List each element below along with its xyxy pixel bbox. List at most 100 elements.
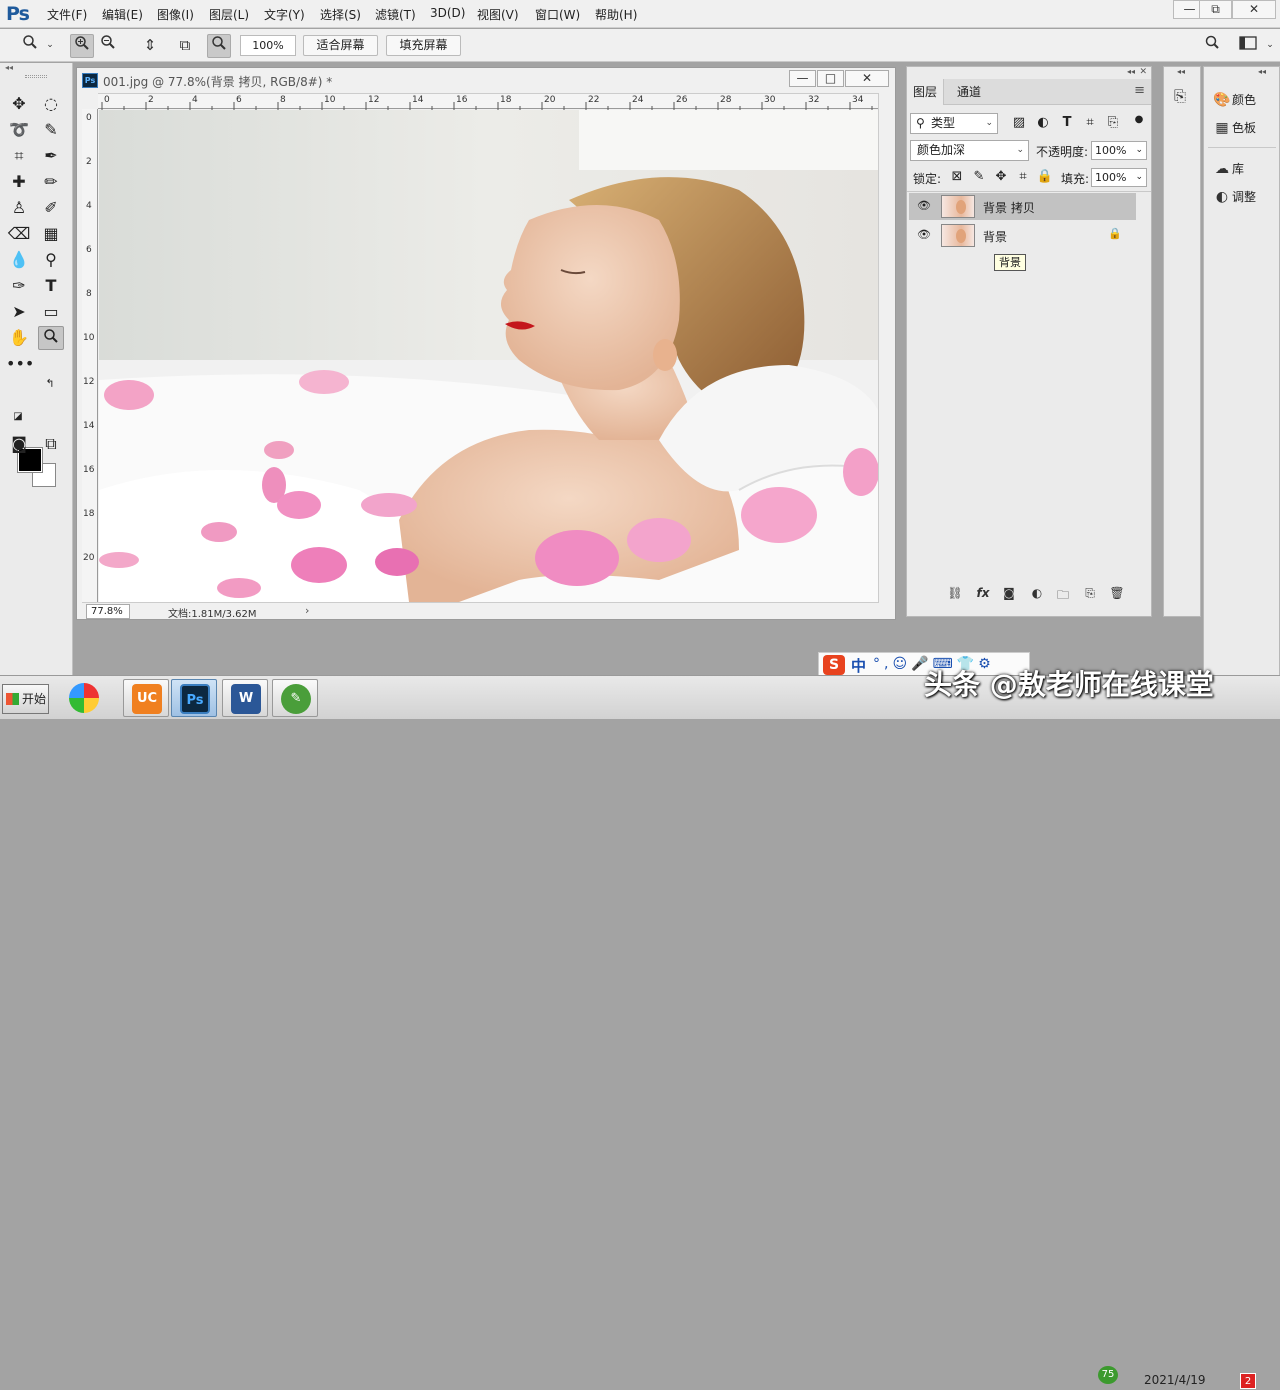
document-title-bar[interactable]: Ps 001.jpg @ 77.8%(背景 拷贝, RGB/8#) * — □ … (77, 68, 895, 92)
properties-icon[interactable]: ⎘ (1174, 87, 1186, 105)
clone-stamp-tool-icon[interactable]: ♙ (6, 196, 32, 220)
lasso-tool-icon[interactable]: ➰ (6, 118, 32, 142)
fit-screen-button[interactable]: 适合屏幕 (303, 35, 378, 56)
move-tool-icon[interactable]: ✥ (6, 92, 32, 116)
menu-type[interactable]: 文字(Y) (264, 6, 305, 23)
zoom-percent-field[interactable]: 100% (240, 35, 296, 56)
delete-layer-icon[interactable]: 🗑 (1107, 586, 1127, 604)
vertical-ruler[interactable]: 0 2 4 6 8 10 12 14 16 18 20 (82, 109, 98, 603)
menu-help[interactable]: 帮助(H) (595, 6, 637, 23)
brush-tool-icon[interactable]: ✏ (38, 170, 64, 194)
new-group-icon[interactable]: 🗀 (1053, 586, 1073, 604)
zoom-tool-icon[interactable] (38, 326, 64, 350)
collapse-icon[interactable]: ◂◂ (1127, 67, 1135, 76)
zoom-in-icon[interactable] (70, 34, 94, 58)
doc-restore-button[interactable]: □ (817, 70, 844, 87)
panel-swatches[interactable]: ▦ 色板 (1212, 119, 1256, 136)
history-brush-tool-icon[interactable]: ✐ (38, 196, 64, 220)
clock-date[interactable]: 2021/4/19 (1144, 1373, 1206, 1387)
lock-all-icon[interactable]: 🔒 (1036, 168, 1054, 186)
panel-color[interactable]: 🎨颜色 (1212, 91, 1256, 108)
sogou-logo[interactable]: S (823, 655, 845, 675)
shape-filter-icon[interactable]: ⌗ (1081, 114, 1099, 132)
status-menu-arrow[interactable]: › (305, 604, 309, 617)
menu-view[interactable]: 视图(V) (477, 6, 519, 23)
blur-tool-icon[interactable]: 💧 (6, 248, 32, 272)
status-zoom-field[interactable]: 77.8% (86, 604, 130, 619)
menu-3d[interactable]: 3D(D) (430, 6, 465, 20)
adjustment-layer-icon[interactable]: ◐ (1027, 586, 1047, 604)
visibility-eye-icon[interactable]: 👁 (917, 228, 931, 241)
collapse-icon[interactable]: ◂◂ (5, 63, 13, 72)
panel-libraries[interactable]: ☁ 库 (1212, 160, 1244, 177)
panel-menu-icon[interactable]: ≡ (1134, 83, 1145, 98)
menu-image[interactable]: 图像(I) (157, 6, 194, 23)
fill-screen-button[interactable]: 填充屏幕 (386, 35, 461, 56)
taskbar-app[interactable] (61, 679, 107, 717)
link-layers-icon[interactable]: ⛓ (945, 586, 965, 604)
default-colors-icon[interactable]: ◪ (10, 410, 26, 424)
pixel-filter-icon[interactable]: ▨ (1010, 114, 1028, 132)
swap-colors-icon[interactable]: ↰ (42, 376, 58, 392)
filter-type-select[interactable]: ⚲ 类型 ⌄ (910, 113, 998, 134)
taskbar-app[interactable]: ✎ (272, 679, 318, 717)
visibility-eye-icon[interactable]: 👁 (917, 199, 931, 212)
tab-channels[interactable]: 通道 (951, 79, 987, 105)
ime-mode[interactable]: 中 (851, 655, 866, 676)
horizontal-ruler[interactable]: 0 2 4 6 8 10 12 14 16 18 20 22 24 26 28 … (98, 93, 878, 110)
search-icon[interactable] (1200, 34, 1224, 58)
fill-field[interactable]: 100% ⌄ (1091, 168, 1147, 187)
layer-name[interactable]: 背景 拷贝 (983, 199, 1035, 216)
collapse-icon[interactable]: ◂◂ (1177, 67, 1185, 76)
document-size-info[interactable]: 文档:1.81M/3.62M (168, 605, 257, 620)
hand-tool-icon[interactable]: ✋ (6, 326, 32, 350)
screen-mode-icon[interactable]: ⧉ (38, 432, 64, 456)
menu-file[interactable]: 文件(F) (47, 6, 87, 23)
lock-position-icon[interactable]: ✥ (992, 168, 1010, 186)
taskbar-app[interactable]: W (222, 679, 268, 717)
smart-object-filter-icon[interactable]: ⎘ (1104, 114, 1122, 132)
tray-counter-icon[interactable]: 75 (1098, 1366, 1118, 1384)
crop-tool-icon[interactable]: ⌗ (6, 144, 32, 168)
lock-transparent-icon[interactable]: ⊠ (948, 168, 966, 186)
resize-windows-icon[interactable]: ⇕ (138, 34, 162, 58)
menu-layer[interactable]: 图层(L) (209, 6, 249, 23)
doc-close-button[interactable]: ✕ (845, 70, 889, 87)
quick-selection-tool-icon[interactable]: ✎ (38, 118, 64, 142)
close-button[interactable]: ✕ (1232, 0, 1276, 19)
eraser-tool-icon[interactable]: ⌫ (6, 222, 32, 246)
vertical-scrollbar[interactable] (878, 93, 895, 604)
marquee-tool-icon[interactable]: ◌ (38, 92, 64, 116)
notification-badge[interactable]: 2 (1240, 1373, 1256, 1389)
menu-select[interactable]: 选择(S) (320, 6, 361, 23)
more-tools-icon[interactable]: ••• (6, 352, 34, 376)
filter-toggle-icon[interactable]: ● (1134, 111, 1144, 129)
close-icon[interactable]: ✕ (1139, 67, 1147, 77)
menu-window[interactable]: 窗口(W) (535, 6, 580, 23)
path-selection-tool-icon[interactable]: ➤ (6, 300, 32, 324)
pen-tool-icon[interactable]: ✑ (6, 274, 32, 298)
image-canvas[interactable] (99, 110, 878, 602)
zoom-out-icon[interactable] (96, 34, 120, 58)
rectangle-tool-icon[interactable]: ▭ (38, 300, 64, 324)
opacity-field[interactable]: 100% ⌄ (1091, 141, 1147, 160)
lock-image-icon[interactable]: ✎ (970, 168, 988, 186)
collapse-icon[interactable]: ◂◂ (1258, 67, 1266, 76)
healing-brush-tool-icon[interactable]: ✚ (6, 170, 32, 194)
new-layer-icon[interactable]: ⎘ (1080, 586, 1100, 604)
blend-mode-select[interactable]: 颜色加深 ⌄ (910, 140, 1029, 161)
type-filter-icon[interactable]: T (1058, 114, 1076, 132)
quick-mask-icon[interactable]: ◙ (6, 432, 32, 456)
workspace-icon[interactable] (1236, 34, 1260, 58)
panel-grip[interactable] (25, 75, 47, 78)
layer-name[interactable]: 背景 (983, 228, 1007, 245)
lock-artboard-icon[interactable]: ⌗ (1014, 168, 1032, 186)
fx-icon[interactable]: fx (973, 586, 993, 604)
add-mask-icon[interactable]: ◙ (999, 586, 1019, 604)
menu-filter[interactable]: 滤镜(T) (375, 6, 416, 23)
chevron-down-icon[interactable]: ⌄ (38, 34, 62, 58)
type-tool-icon[interactable]: T (38, 274, 64, 298)
layer-row[interactable]: 👁 背景 拷贝 (909, 193, 1136, 220)
adjustment-filter-icon[interactable]: ◐ (1034, 114, 1052, 132)
menu-edit[interactable]: 编辑(E) (102, 6, 143, 23)
